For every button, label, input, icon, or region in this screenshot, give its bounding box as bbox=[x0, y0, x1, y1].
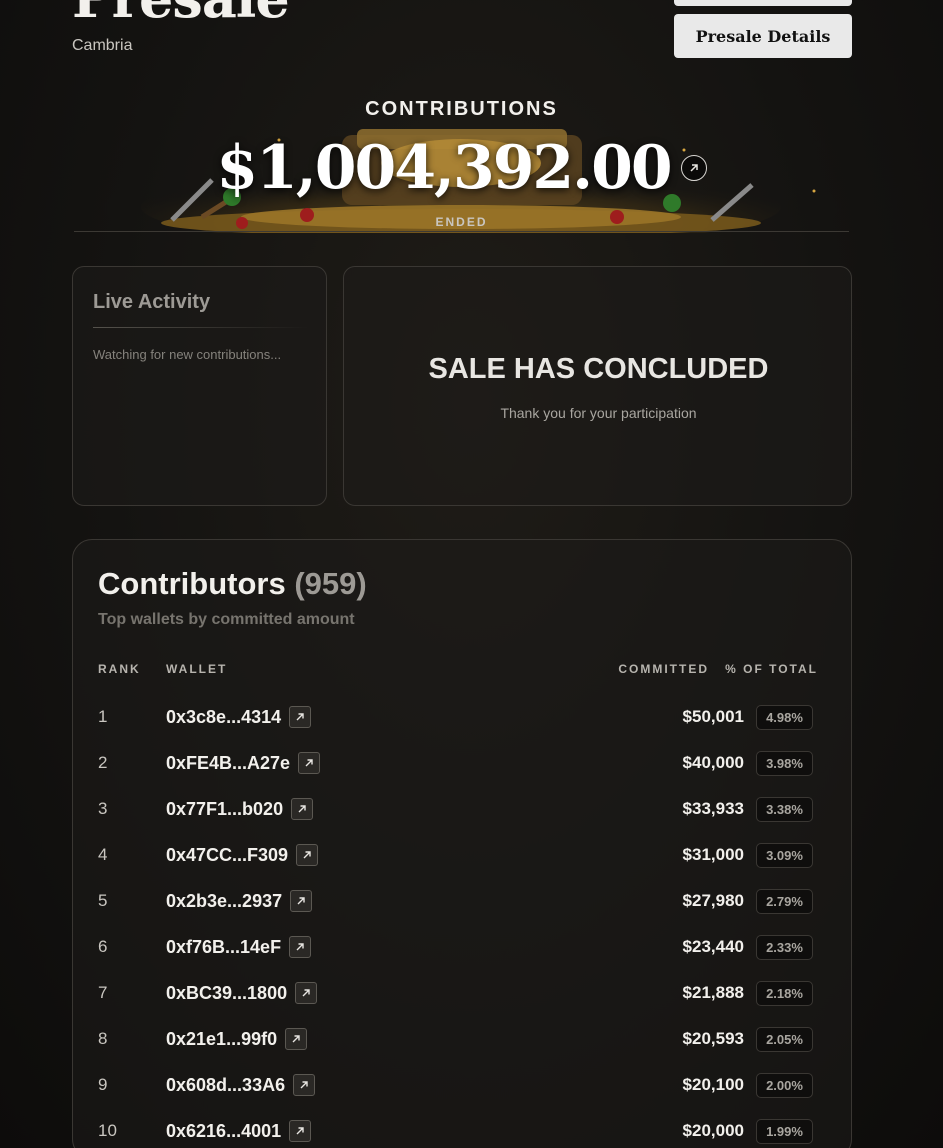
percent-badge: 2.79% bbox=[756, 889, 813, 914]
top-action-button[interactable] bbox=[674, 0, 852, 6]
hero-divider bbox=[74, 231, 849, 232]
contributions-total: $1,004,392.00 bbox=[216, 133, 672, 203]
percent-badge: 2.00% bbox=[756, 1073, 813, 1098]
percent-badge: 2.05% bbox=[756, 1027, 813, 1052]
rank-cell: 9 bbox=[98, 1075, 108, 1094]
table-row: 10 0x6216...4001 $20,000 1.99% bbox=[73, 1119, 851, 1148]
table-row: 7 0xBC39...1800 $21,888 2.18% bbox=[73, 981, 851, 1027]
rank-cell: 4 bbox=[98, 845, 108, 864]
arrow-up-right-icon[interactable] bbox=[291, 798, 314, 820]
rank-cell: 1 bbox=[98, 707, 108, 726]
sale-status-panel: SALE HAS CONCLUDED Thank you for your pa… bbox=[343, 266, 852, 506]
percent-badge: 3.38% bbox=[756, 797, 813, 822]
committed-cell: $23,440 bbox=[682, 937, 744, 956]
contributors-subtitle: Top wallets by committed amount bbox=[98, 611, 355, 628]
committed-cell: $20,593 bbox=[682, 1029, 744, 1048]
wallet-cell: 0x608d...33A6 bbox=[166, 1073, 316, 1097]
arrow-up-right-icon[interactable] bbox=[290, 890, 313, 912]
wallet-address[interactable]: 0xf76B...14eF bbox=[166, 937, 281, 958]
wallet-address[interactable]: 0xFE4B...A27e bbox=[166, 753, 290, 774]
live-activity-message: Watching for new contributions... bbox=[93, 347, 282, 362]
arrow-up-right-icon[interactable] bbox=[285, 1028, 308, 1050]
arrow-up-right-icon[interactable] bbox=[293, 1074, 316, 1096]
table-row: 9 0x608d...33A6 $20,100 2.00% bbox=[73, 1073, 851, 1119]
committed-cell: $50,001 bbox=[682, 707, 744, 726]
rank-cell: 2 bbox=[98, 753, 108, 772]
wallet-cell: 0xFE4B...A27e bbox=[166, 751, 321, 775]
table-row: 6 0xf76B...14eF $23,440 2.33% bbox=[73, 935, 851, 981]
rank-cell: 6 bbox=[98, 937, 108, 956]
rank-cell: 10 bbox=[98, 1121, 117, 1140]
sale-concluded-message: Thank you for your participation bbox=[500, 405, 697, 421]
arrow-up-right-icon[interactable] bbox=[289, 706, 312, 728]
live-activity-panel: Live Activity Watching for new contribut… bbox=[72, 266, 327, 506]
live-activity-title: Live Activity bbox=[93, 291, 211, 313]
column-header-committed: COMMITTED bbox=[618, 662, 709, 676]
sale-concluded-title: SALE HAS CONCLUDED bbox=[428, 353, 769, 385]
percent-badge: 2.33% bbox=[756, 935, 813, 960]
wallet-cell: 0x3c8e...4314 bbox=[166, 705, 312, 729]
page-title: Presale bbox=[72, 0, 290, 30]
arrow-up-right-icon[interactable] bbox=[289, 936, 312, 958]
table-row: 2 0xFE4B...A27e $40,000 3.98% bbox=[73, 751, 851, 797]
arrow-up-right-icon[interactable] bbox=[298, 752, 321, 774]
wallet-cell: 0xf76B...14eF bbox=[166, 935, 312, 959]
committed-cell: $33,933 bbox=[682, 799, 744, 818]
column-header-wallet: WALLET bbox=[166, 662, 228, 676]
contributors-title: Contributors (959) bbox=[98, 566, 367, 602]
divider bbox=[93, 327, 308, 328]
committed-cell: $27,980 bbox=[682, 891, 744, 910]
wallet-cell: 0x6216...4001 bbox=[166, 1119, 312, 1143]
committed-cell: $20,000 bbox=[682, 1121, 744, 1140]
percent-badge: 1.99% bbox=[756, 1119, 813, 1144]
wallet-address[interactable]: 0x21e1...99f0 bbox=[166, 1029, 277, 1050]
contributors-count: (959) bbox=[294, 566, 367, 601]
committed-cell: $31,000 bbox=[682, 845, 744, 864]
table-row: 3 0x77F1...b020 $33,933 3.38% bbox=[73, 797, 851, 843]
column-header-rank: RANK bbox=[98, 662, 141, 676]
wallet-cell: 0x77F1...b020 bbox=[166, 797, 314, 821]
wallet-cell: 0x47CC...F309 bbox=[166, 843, 319, 867]
table-row: 5 0x2b3e...2937 $27,980 2.79% bbox=[73, 889, 851, 935]
arrow-up-right-icon[interactable] bbox=[289, 1120, 312, 1142]
percent-badge: 3.09% bbox=[756, 843, 813, 868]
arrow-up-right-icon[interactable] bbox=[295, 982, 318, 1004]
rank-cell: 3 bbox=[98, 799, 108, 818]
wallet-cell: 0xBC39...1800 bbox=[166, 981, 318, 1005]
committed-cell: $20,100 bbox=[682, 1075, 744, 1094]
percent-badge: 2.18% bbox=[756, 981, 813, 1006]
contributors-panel: Contributors (959) Top wallets by commit… bbox=[72, 539, 852, 1148]
rank-cell: 5 bbox=[98, 891, 108, 910]
project-name: Cambria bbox=[72, 37, 133, 54]
rank-cell: 8 bbox=[98, 1029, 108, 1048]
contributions-hero: CONTRIBUTIONS $1,004,392.00 ENDED bbox=[72, 85, 851, 235]
wallet-address[interactable]: 0x2b3e...2937 bbox=[166, 891, 282, 912]
wallet-address[interactable]: 0xBC39...1800 bbox=[166, 983, 287, 1004]
percent-badge: 4.98% bbox=[756, 705, 813, 730]
wallet-cell: 0x2b3e...2937 bbox=[166, 889, 313, 913]
wallet-address[interactable]: 0x6216...4001 bbox=[166, 1121, 281, 1142]
table-row: 4 0x47CC...F309 $31,000 3.09% bbox=[73, 843, 851, 889]
table-row: 1 0x3c8e...4314 $50,001 4.98% bbox=[73, 705, 851, 751]
rank-cell: 7 bbox=[98, 983, 108, 1002]
presale-details-button[interactable]: Presale Details bbox=[674, 14, 852, 58]
arrow-up-right-icon[interactable] bbox=[296, 844, 319, 866]
arrow-up-right-icon[interactable] bbox=[680, 155, 707, 181]
wallet-address[interactable]: 0x77F1...b020 bbox=[166, 799, 283, 820]
wallet-address[interactable]: 0x608d...33A6 bbox=[166, 1075, 285, 1096]
wallet-address[interactable]: 0x47CC...F309 bbox=[166, 845, 288, 866]
contributions-label: CONTRIBUTIONS bbox=[365, 98, 558, 120]
percent-badge: 3.98% bbox=[756, 751, 813, 776]
committed-cell: $40,000 bbox=[682, 753, 744, 772]
wallet-address[interactable]: 0x3c8e...4314 bbox=[166, 707, 281, 728]
wallet-cell: 0x21e1...99f0 bbox=[166, 1027, 308, 1051]
sale-status-badge: ENDED bbox=[435, 215, 488, 229]
table-row: 8 0x21e1...99f0 $20,593 2.05% bbox=[73, 1027, 851, 1073]
committed-cell: $21,888 bbox=[682, 983, 744, 1002]
column-header-percent: % OF TOTAL bbox=[725, 662, 818, 676]
contributors-title-text: Contributors bbox=[98, 566, 286, 601]
